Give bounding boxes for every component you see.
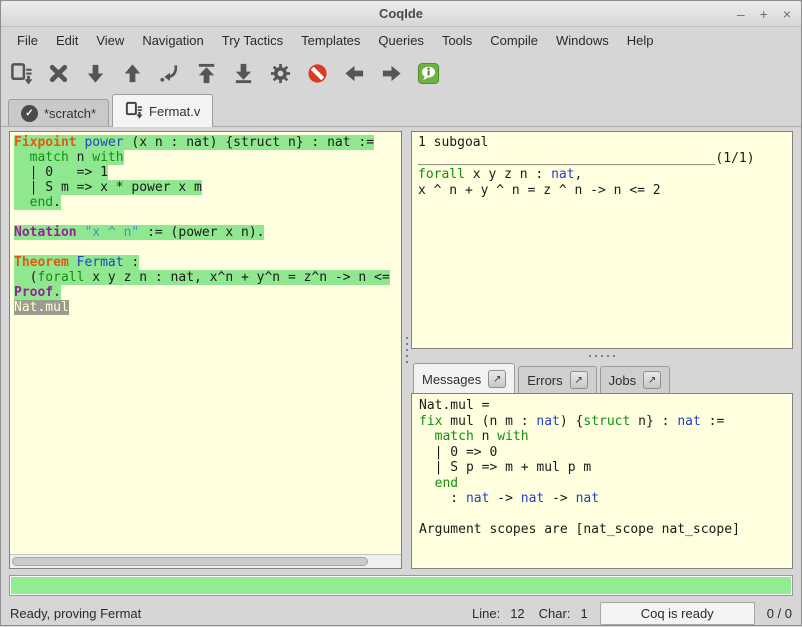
menu-navigation[interactable]: Navigation (133, 29, 212, 52)
jobs-counter: 0 / 0 (767, 606, 792, 621)
code-line: | S m => x * power x m (14, 180, 401, 195)
char-value: 1 (580, 606, 587, 621)
arrow-left-icon[interactable] (343, 62, 366, 85)
status-right: Line: 12 Char: 1 Coq is ready 0 / 0 (458, 602, 792, 625)
arrow-right-icon[interactable] (380, 62, 403, 85)
script-editor-pane[interactable]: Fixpoint power (x n : nat) {struct n} : … (9, 131, 402, 569)
main-area: Fixpoint power (x n : nat) {struct n} : … (1, 127, 801, 569)
code-line: end. (14, 195, 401, 210)
arrow-up-icon[interactable] (121, 62, 144, 85)
code-line: Argument scopes are [nat_scope nat_scope… (419, 522, 785, 538)
script-editor[interactable]: Fixpoint power (x n : nat) {struct n} : … (10, 132, 401, 554)
tab-messages-label: Messages (422, 372, 481, 387)
right-column: 1 subgoal_______________________________… (411, 131, 793, 569)
tab-errors-label: Errors (527, 373, 562, 388)
status-bar: Ready, proving Fermat Line: 12 Char: 1 C… (1, 600, 801, 627)
document-save-icon (125, 101, 143, 122)
menu-tools[interactable]: Tools (433, 29, 481, 52)
window-controls: – + × (737, 1, 791, 26)
horizontal-splitter[interactable] (411, 349, 793, 362)
code-line: Theorem Fermat : (14, 255, 401, 270)
line-value: 12 (510, 606, 524, 621)
check-circle-icon: ✓ (21, 105, 38, 122)
interrupt-icon[interactable] (306, 62, 329, 85)
go-to-cursor-icon[interactable] (158, 62, 181, 85)
code-line (419, 507, 785, 523)
code-line: Proof. (14, 285, 401, 300)
menu-templates[interactable]: Templates (292, 29, 369, 52)
feedback-tab-bar: Messages ↗ Errors ↗ Jobs ↗ (411, 362, 793, 393)
char-label: Char: (539, 606, 571, 621)
document-tab-bar: ✓ *scratch* Fermat.v (1, 93, 801, 127)
window-title: CoqIde (379, 6, 423, 21)
code-line (14, 240, 401, 255)
code-line: 1 subgoal (418, 135, 786, 151)
editor-horizontal-scrollbar[interactable] (10, 554, 401, 568)
tab-jobs-label: Jobs (609, 373, 636, 388)
code-line: match n with (419, 429, 785, 445)
menu-bar: File Edit View Navigation Try Tactics Te… (1, 27, 801, 54)
line-label: Line: (472, 606, 500, 621)
code-line: Nat.mul = (419, 398, 785, 414)
code-line: fix mul (n m : nat) {struct n} : nat := (419, 414, 785, 430)
progress-bar (9, 575, 793, 596)
messages-pane: Nat.mul =fix mul (n m : nat) {struct n} … (411, 393, 793, 569)
tab-fermat[interactable]: Fermat.v (112, 94, 213, 127)
menu-windows[interactable]: Windows (547, 29, 618, 52)
code-line (14, 210, 401, 225)
menu-file[interactable]: File (8, 29, 47, 52)
document-save-icon[interactable] (10, 62, 33, 85)
tab-messages[interactable]: Messages ↗ (413, 363, 515, 394)
code-line: match n with (14, 150, 401, 165)
toolbar (1, 54, 801, 93)
code-line: : nat -> nat -> nat (419, 491, 785, 507)
code-line: x ^ n + y ^ n = z ^ n -> n <= 2 (418, 183, 786, 199)
code-line: end (419, 476, 785, 492)
tab-errors[interactable]: Errors ↗ (518, 366, 596, 393)
arrow-down-icon[interactable] (84, 62, 107, 85)
code-line: Nat.mul (14, 300, 401, 315)
tab-jobs[interactable]: Jobs ↗ (600, 366, 670, 393)
info-bubble-icon[interactable] (417, 62, 440, 85)
arrow-bottom-icon[interactable] (232, 62, 255, 85)
maximize-button[interactable]: + (760, 7, 768, 21)
close-button[interactable]: × (783, 7, 791, 21)
feedback-notebook: Messages ↗ Errors ↗ Jobs ↗ Nat.mul =fix … (411, 362, 793, 569)
detach-messages-icon[interactable]: ↗ (488, 370, 506, 388)
code-line: ______________________________________(1… (418, 151, 786, 167)
menu-edit[interactable]: Edit (47, 29, 87, 52)
code-line: | 0 => 0 (419, 445, 785, 461)
detach-jobs-icon[interactable]: ↗ (643, 371, 661, 389)
detach-errors-icon[interactable]: ↗ (570, 371, 588, 389)
coq-status: Coq is ready (600, 602, 755, 625)
vertical-splitter[interactable] (402, 131, 411, 569)
menu-help[interactable]: Help (618, 29, 663, 52)
progress-bar-fill (11, 577, 791, 594)
minimize-button[interactable]: – (737, 7, 745, 21)
code-line: Fixpoint power (x n : nat) {struct n} : … (14, 135, 401, 150)
tab-fermat-label: Fermat.v (149, 104, 200, 119)
code-line: (forall x y z n : nat, x^n + y^n = z^n -… (14, 270, 401, 285)
gear-icon[interactable] (269, 62, 292, 85)
arrow-top-icon[interactable] (195, 62, 218, 85)
menu-compile[interactable]: Compile (481, 29, 547, 52)
menu-view[interactable]: View (87, 29, 133, 52)
close-icon[interactable] (47, 62, 70, 85)
menu-queries[interactable]: Queries (369, 29, 433, 52)
editor-scrollbar-thumb[interactable] (12, 557, 368, 566)
tab-scratch-label: *scratch* (44, 106, 96, 121)
title-bar: CoqIde – + × (1, 1, 801, 27)
code-line: forall x y z n : nat, (418, 167, 786, 183)
code-line: | S p => m + mul p m (419, 460, 785, 476)
tab-scratch[interactable]: ✓ *scratch* (8, 99, 109, 126)
menu-try-tactics[interactable]: Try Tactics (213, 29, 292, 52)
code-line: Notation "x ^ n" := (power x n). (14, 225, 401, 240)
goal-pane: 1 subgoal_______________________________… (411, 131, 793, 349)
status-message: Ready, proving Fermat (10, 606, 458, 621)
code-line: | 0 => 1 (14, 165, 401, 180)
